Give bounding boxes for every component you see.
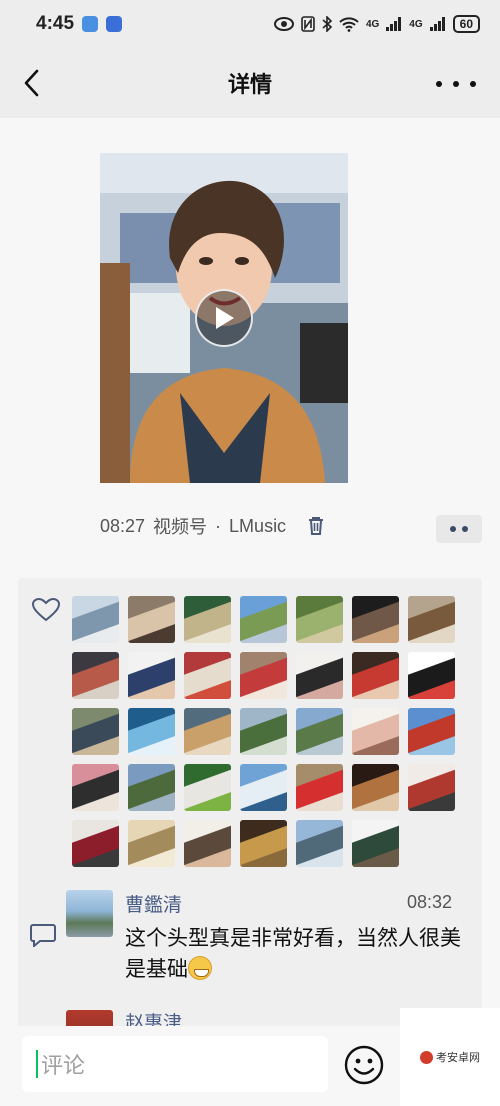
channel-author[interactable]: LMusic: [229, 516, 286, 537]
liker-avatar[interactable]: [352, 764, 399, 811]
nfc-icon: [301, 16, 315, 32]
liker-avatar[interactable]: [296, 764, 343, 811]
comment-body: 这个头型真是非常好看，当然人很美是基础: [125, 926, 461, 981]
watermark-label: 考安卓网: [420, 1049, 480, 1065]
comment-bubble-icon: [30, 924, 56, 947]
liker-avatar[interactable]: [352, 708, 399, 755]
watermark-text: 考安卓网: [436, 1051, 480, 1064]
comment-text[interactable]: 这个头型真是非常好看，当然人很美是基础: [125, 923, 465, 985]
liker-avatar[interactable]: [128, 596, 175, 643]
meta-separator: ·: [215, 515, 222, 536]
liker-avatar[interactable]: [240, 652, 287, 699]
like-comment-menu-button[interactable]: [436, 515, 482, 543]
play-icon: [216, 307, 234, 329]
liker-avatar[interactable]: [128, 708, 175, 755]
comment-author[interactable]: 曹鑑清: [125, 890, 182, 917]
site-watermark: 考安卓网: [400, 1008, 500, 1106]
liker-avatar[interactable]: [72, 708, 119, 755]
delete-button[interactable]: [308, 517, 324, 535]
network-label-2: 4G: [409, 18, 423, 30]
post-meta: 08:27 视频号 · LMusic: [100, 514, 324, 538]
eye-icon: [273, 17, 294, 31]
nav-bar: 详情: [0, 48, 500, 118]
liker-avatar[interactable]: [296, 820, 343, 867]
smiley-icon: [344, 1045, 384, 1085]
comment-time: 08:32: [406, 892, 452, 912]
liker-avatar[interactable]: [72, 820, 119, 867]
liker-avatar[interactable]: [408, 764, 455, 811]
signal-icon: [386, 17, 402, 31]
back-button[interactable]: [16, 66, 46, 100]
comment-input-placeholder: 评论: [41, 1054, 86, 1079]
bluetooth-icon: [322, 16, 332, 32]
more-dot-icon: [470, 81, 476, 87]
channel-source[interactable]: 视频号: [153, 513, 207, 539]
status-indicators: 4G 4G 60: [273, 15, 480, 33]
liker-avatar[interactable]: [240, 708, 287, 755]
emoji-button[interactable]: [343, 1044, 385, 1086]
liker-avatar[interactable]: [128, 820, 175, 867]
page-title: 详情: [227, 73, 272, 98]
network-label: 4G: [365, 18, 380, 30]
liker-avatar[interactable]: [408, 708, 455, 755]
status-bar: 4:45 4G 4G 60: [0, 0, 500, 48]
liker-avatar[interactable]: [296, 596, 343, 643]
wifi-icon: [339, 17, 359, 32]
play-button[interactable]: [195, 289, 253, 347]
liker-avatar[interactable]: [184, 652, 231, 699]
liker-avatar[interactable]: [240, 596, 287, 643]
likes-avatar-grid: [72, 596, 464, 867]
comment-input[interactable]: 评论: [22, 1036, 328, 1092]
liker-avatar[interactable]: [240, 820, 287, 867]
liker-avatar[interactable]: [184, 820, 231, 867]
grin-emoji-icon: [188, 956, 212, 980]
video-duration: 08:27: [100, 515, 146, 536]
more-options-button[interactable]: [436, 70, 476, 98]
chevron-left-icon: [24, 69, 39, 97]
more-dot-icon: [453, 81, 459, 87]
liker-avatar[interactable]: [408, 652, 455, 699]
liker-avatar[interactable]: [72, 652, 119, 699]
notification-app-icon: [82, 16, 99, 32]
liker-avatar[interactable]: [240, 764, 287, 811]
moment-detail: 08:27 视频号 · LMusic 曹鑑清 08:32 这个头型真是非常好看，…: [0, 118, 500, 1106]
status-time: 4:45: [36, 13, 75, 34]
notification-app-icon-2: [106, 16, 123, 32]
trash-icon: [309, 517, 324, 535]
liker-avatar[interactable]: [296, 652, 343, 699]
liker-avatar[interactable]: [352, 652, 399, 699]
liker-avatar[interactable]: [408, 596, 455, 643]
battery-indicator: 60: [452, 15, 480, 33]
liker-avatar[interactable]: [128, 652, 175, 699]
liker-avatar[interactable]: [72, 596, 119, 643]
menu-dot-icon: [462, 526, 468, 532]
heart-icon: [32, 598, 60, 622]
liker-avatar[interactable]: [296, 708, 343, 755]
liker-avatar[interactable]: [352, 596, 399, 643]
video-thumbnail[interactable]: [100, 153, 348, 483]
more-dot-icon: [436, 81, 442, 87]
liker-avatar[interactable]: [184, 764, 231, 811]
liker-avatar[interactable]: [352, 820, 399, 867]
avatar[interactable]: [66, 890, 113, 937]
liker-avatar[interactable]: [128, 764, 175, 811]
watermark-logo-icon: [420, 1050, 433, 1064]
liker-avatar[interactable]: [72, 764, 119, 811]
liker-avatar[interactable]: [184, 596, 231, 643]
signal-icon-2: [429, 17, 445, 31]
liker-avatar[interactable]: [184, 708, 231, 755]
menu-dot-icon: [450, 526, 456, 532]
